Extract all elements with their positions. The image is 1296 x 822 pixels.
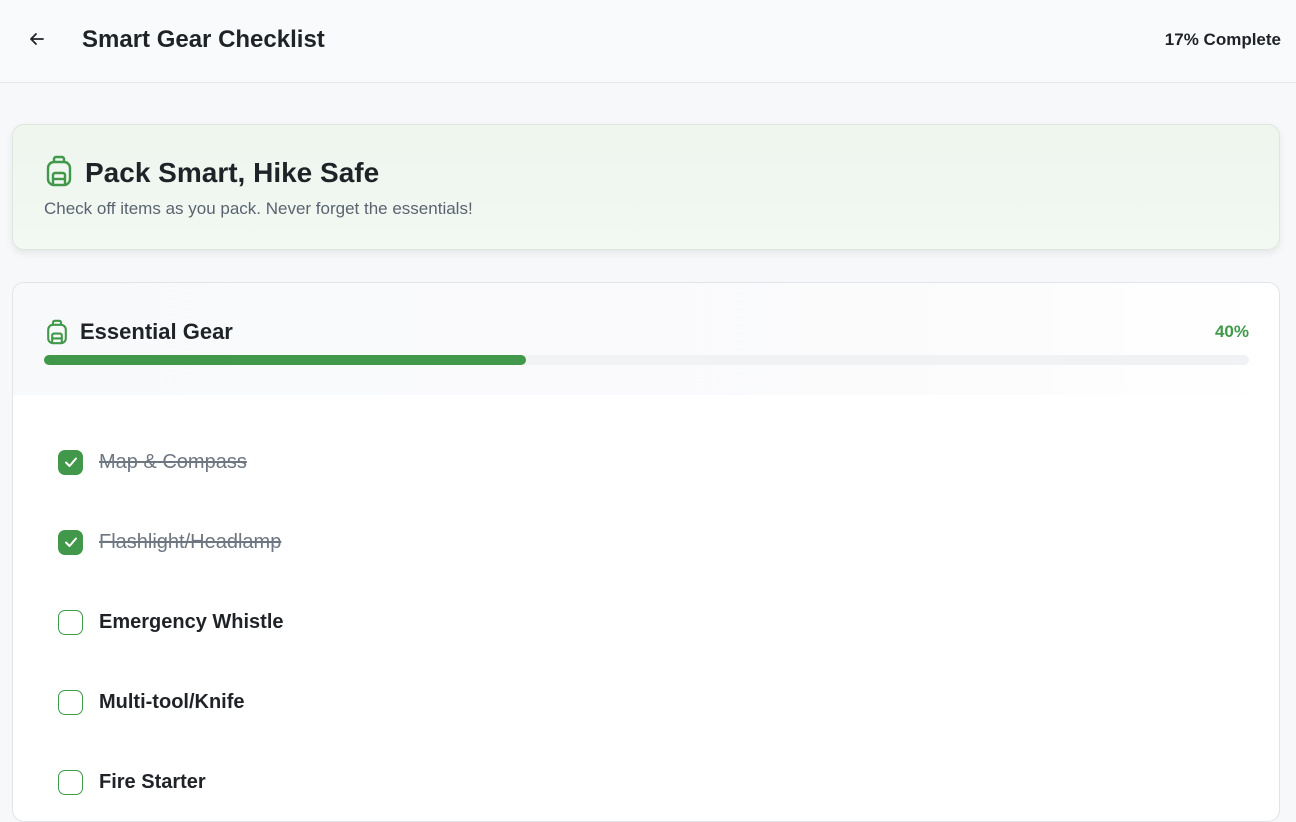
list-item[interactable]: Flashlight/Headlamp — [58, 522, 1238, 562]
overall-progress-text: 17% Complete — [1164, 30, 1281, 49]
list-item[interactable]: Fire Starter — [58, 762, 1238, 802]
checkbox[interactable] — [58, 449, 83, 475]
list-item[interactable]: Map & Compass — [58, 442, 1238, 482]
intro-banner: Pack Smart, Hike Safe Check off items as… — [12, 124, 1280, 250]
checkbox[interactable] — [58, 609, 83, 635]
page-title: Smart Gear Checklist — [82, 26, 325, 53]
gear-section-card: Essential Gear 40% Map & Compass Flashli… — [12, 282, 1280, 822]
item-label: Map & Compass — [99, 451, 247, 473]
backpack-icon — [47, 319, 67, 345]
item-label: Multi-tool/Knife — [99, 691, 245, 713]
section-title: Essential Gear — [80, 319, 233, 344]
section-header[interactable]: Essential Gear 40% — [13, 283, 1279, 395]
top-app-bar: Smart Gear Checklist 17% Complete — [0, 0, 1296, 83]
section-progress-fill — [44, 355, 526, 365]
checkbox[interactable] — [58, 529, 83, 555]
banner-subtitle: Check off items as you pack. Never forge… — [44, 199, 473, 218]
back-button[interactable] — [22, 24, 52, 54]
checkbox[interactable] — [58, 769, 83, 795]
item-label: Emergency Whistle — [99, 611, 284, 633]
section-progress-bar — [44, 355, 1249, 365]
list-item[interactable]: Emergency Whistle — [58, 602, 1238, 642]
checkmark-icon — [64, 457, 77, 467]
arrow-left-icon — [30, 33, 44, 45]
item-label: Fire Starter — [99, 771, 206, 793]
checkmark-icon — [64, 537, 77, 547]
backpack-icon — [46, 155, 72, 187]
checkbox[interactable] — [58, 689, 83, 715]
section-percent: 40% — [1214, 322, 1249, 341]
list-item[interactable]: Multi-tool/Knife — [58, 682, 1238, 722]
item-label: Flashlight/Headlamp — [99, 531, 282, 553]
banner-title: Pack Smart, Hike Safe — [85, 157, 380, 188]
